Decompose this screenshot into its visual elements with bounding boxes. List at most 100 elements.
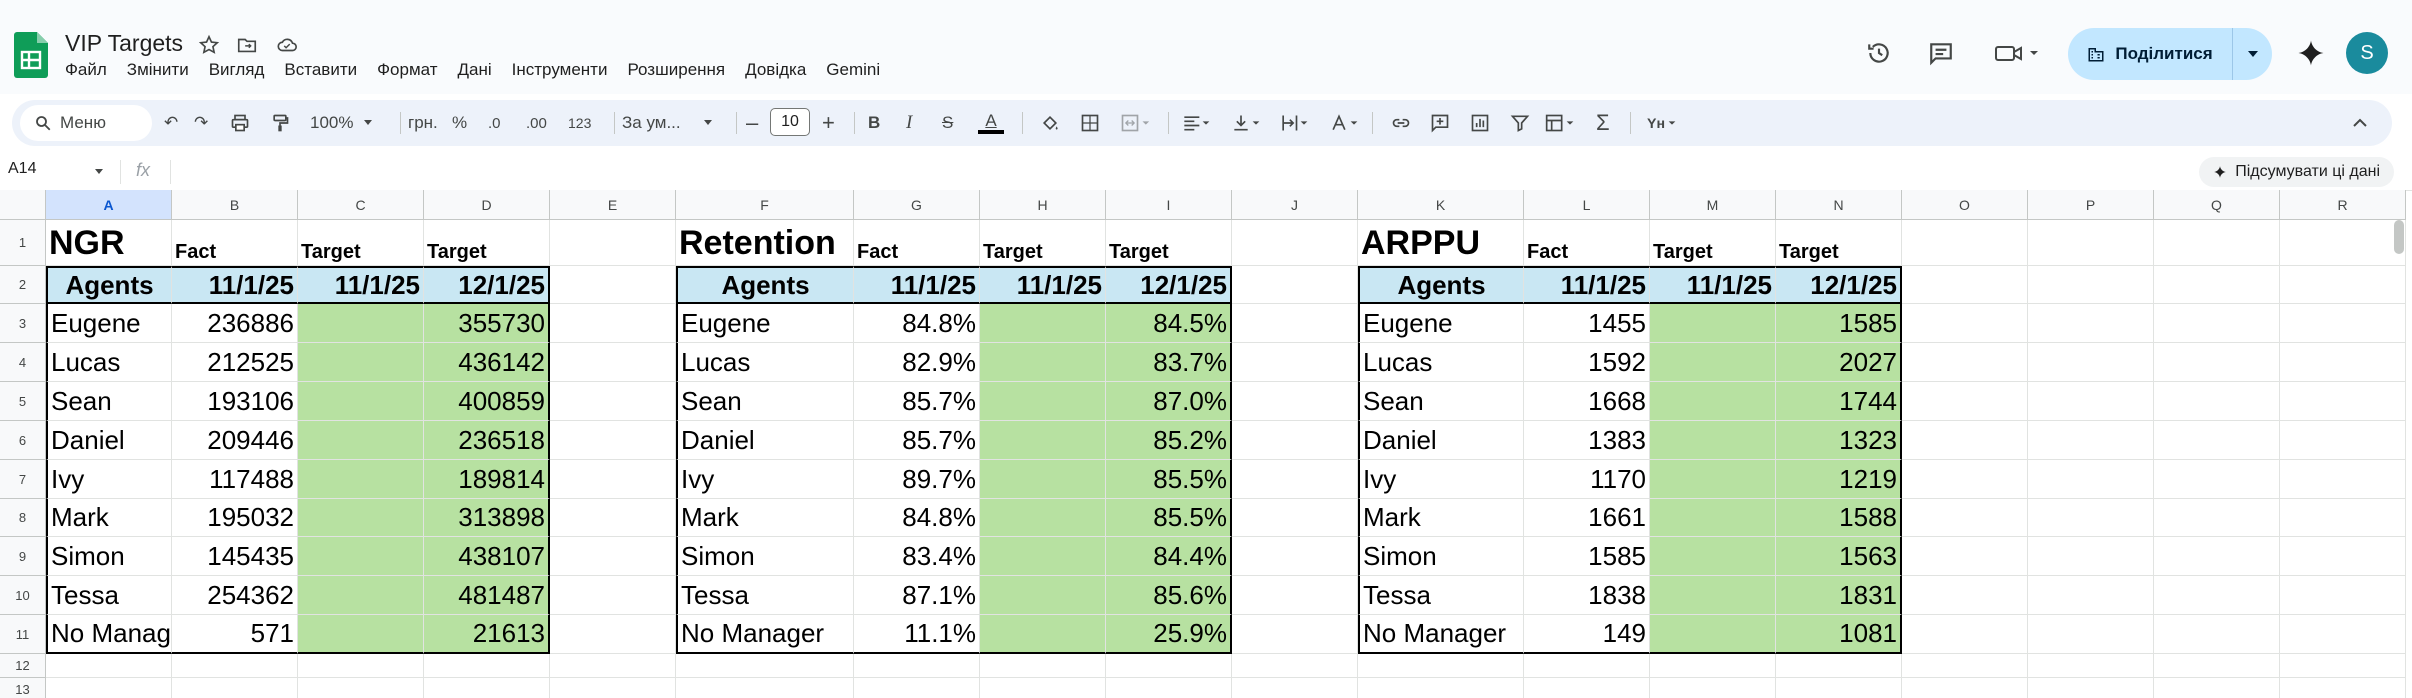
cell[interactable] bbox=[1232, 615, 1358, 654]
cell[interactable] bbox=[1524, 678, 1650, 698]
cell[interactable] bbox=[1232, 266, 1358, 304]
cell[interactable] bbox=[2154, 499, 2280, 537]
cell[interactable] bbox=[424, 654, 550, 678]
italic-button[interactable]: I bbox=[906, 100, 912, 146]
merge-cells-icon[interactable] bbox=[1118, 100, 1152, 146]
cell[interactable] bbox=[2154, 576, 2280, 615]
ngr-cell[interactable] bbox=[298, 615, 424, 654]
functions-icon[interactable]: Σ bbox=[1596, 100, 1610, 146]
menu-tools[interactable]: Інструменти bbox=[512, 60, 608, 80]
column-header-e[interactable]: E bbox=[550, 190, 676, 220]
column-header-h[interactable]: H bbox=[980, 190, 1106, 220]
retention-cell[interactable]: No Manager bbox=[676, 615, 854, 654]
row-header-12[interactable]: 12 bbox=[0, 654, 46, 678]
arppu-cell[interactable]: 1455 bbox=[1524, 304, 1650, 343]
retention-cell[interactable]: 11.1% bbox=[854, 615, 980, 654]
cell[interactable] bbox=[550, 678, 676, 698]
column-header-b[interactable]: B bbox=[172, 190, 298, 220]
ngr-cell[interactable]: 254362 bbox=[172, 576, 298, 615]
font-select[interactable]: За ум... bbox=[622, 100, 713, 146]
arppu-cell[interactable]: 1170 bbox=[1524, 460, 1650, 499]
zoom-select[interactable]: 100% bbox=[310, 100, 373, 146]
borders-icon[interactable] bbox=[1080, 100, 1100, 146]
column-header-g[interactable]: G bbox=[854, 190, 980, 220]
ngr-cell[interactable]: 313898 bbox=[424, 499, 550, 537]
cell[interactable] bbox=[1902, 654, 2028, 678]
cell[interactable] bbox=[1232, 460, 1358, 499]
ngr-cell[interactable] bbox=[298, 460, 424, 499]
retention-cell[interactable] bbox=[980, 304, 1106, 343]
cell[interactable] bbox=[1902, 576, 2028, 615]
ngr-cell[interactable] bbox=[298, 382, 424, 421]
ngr-cell[interactable]: 236518 bbox=[424, 421, 550, 460]
menu-file[interactable]: Файл bbox=[65, 60, 107, 80]
column-header-f[interactable]: F bbox=[676, 190, 854, 220]
retention-subheader[interactable]: Fact bbox=[854, 220, 980, 266]
cell[interactable] bbox=[550, 382, 676, 421]
cell[interactable] bbox=[2154, 220, 2280, 266]
arppu-subheader[interactable]: Fact bbox=[1524, 220, 1650, 266]
arppu-cell[interactable] bbox=[1650, 499, 1776, 537]
arppu-cell[interactable]: 1838 bbox=[1524, 576, 1650, 615]
ngr-cell[interactable]: 195032 bbox=[172, 499, 298, 537]
ngr-cell[interactable]: Daniel bbox=[46, 421, 172, 460]
cell[interactable] bbox=[550, 266, 676, 304]
arppu-cell[interactable]: 1592 bbox=[1524, 343, 1650, 382]
move-folder-icon[interactable] bbox=[234, 32, 260, 58]
cell[interactable] bbox=[2280, 576, 2406, 615]
retention-cell[interactable] bbox=[980, 499, 1106, 537]
cell[interactable] bbox=[2154, 382, 2280, 421]
arppu-cell[interactable]: No Manager bbox=[1358, 615, 1524, 654]
cell[interactable] bbox=[2280, 678, 2406, 698]
arppu-cell[interactable]: 1744 bbox=[1776, 382, 1902, 421]
cell[interactable] bbox=[2280, 266, 2406, 304]
cell[interactable] bbox=[854, 654, 980, 678]
ngr-cell[interactable]: Simon bbox=[46, 537, 172, 576]
cell[interactable] bbox=[550, 304, 676, 343]
document-title[interactable]: VIP Targets bbox=[65, 30, 183, 57]
cell[interactable] bbox=[2154, 460, 2280, 499]
bold-button[interactable]: B bbox=[868, 100, 880, 146]
cell[interactable] bbox=[46, 654, 172, 678]
menu-insert[interactable]: Вставити bbox=[284, 60, 357, 80]
retention-cell[interactable]: 85.7% bbox=[854, 421, 980, 460]
column-header-m[interactable]: M bbox=[1650, 190, 1776, 220]
arppu-cell[interactable] bbox=[1650, 615, 1776, 654]
column-header-a[interactable]: A bbox=[46, 190, 172, 220]
ngr-cell[interactable]: 236886 bbox=[172, 304, 298, 343]
cell[interactable] bbox=[2028, 421, 2154, 460]
cell[interactable] bbox=[676, 654, 854, 678]
text-rotation-icon[interactable] bbox=[1328, 100, 1360, 146]
cell[interactable] bbox=[2028, 499, 2154, 537]
retention-title[interactable]: Retention bbox=[676, 220, 854, 266]
cell[interactable] bbox=[1902, 460, 2028, 499]
arppu-cell[interactable]: Ivy bbox=[1358, 460, 1524, 499]
arppu-column-header[interactable]: 11/1/25 bbox=[1524, 266, 1650, 304]
star-icon[interactable] bbox=[196, 32, 222, 58]
avatar[interactable]: S bbox=[2346, 32, 2388, 74]
cell[interactable] bbox=[1232, 421, 1358, 460]
ngr-subheader[interactable]: Target bbox=[424, 220, 550, 266]
column-header-l[interactable]: L bbox=[1524, 190, 1650, 220]
version-history-icon[interactable] bbox=[1866, 40, 1892, 66]
ngr-cell[interactable]: Tessa bbox=[46, 576, 172, 615]
arppu-cell[interactable]: Mark bbox=[1358, 499, 1524, 537]
cell[interactable] bbox=[1650, 678, 1776, 698]
column-header-o[interactable]: O bbox=[1902, 190, 2028, 220]
cell[interactable] bbox=[1902, 499, 2028, 537]
cell[interactable] bbox=[2154, 421, 2280, 460]
arppu-cell[interactable]: 1585 bbox=[1776, 304, 1902, 343]
arppu-cell[interactable]: 1323 bbox=[1776, 421, 1902, 460]
increase-decimal-button[interactable]: .00 bbox=[526, 100, 547, 146]
font-size-input[interactable]: 10 bbox=[770, 108, 810, 136]
cell[interactable] bbox=[2028, 654, 2154, 678]
menu-extensions[interactable]: Розширення bbox=[627, 60, 725, 80]
cell[interactable] bbox=[980, 678, 1106, 698]
column-header-p[interactable]: P bbox=[2028, 190, 2154, 220]
cell[interactable] bbox=[1232, 304, 1358, 343]
row-header-13[interactable]: 13 bbox=[0, 678, 46, 698]
ngr-cell[interactable]: Ivy bbox=[46, 460, 172, 499]
ngr-cell[interactable]: Mark bbox=[46, 499, 172, 537]
cell[interactable] bbox=[46, 678, 172, 698]
undo-icon[interactable]: ↶ bbox=[164, 100, 178, 146]
